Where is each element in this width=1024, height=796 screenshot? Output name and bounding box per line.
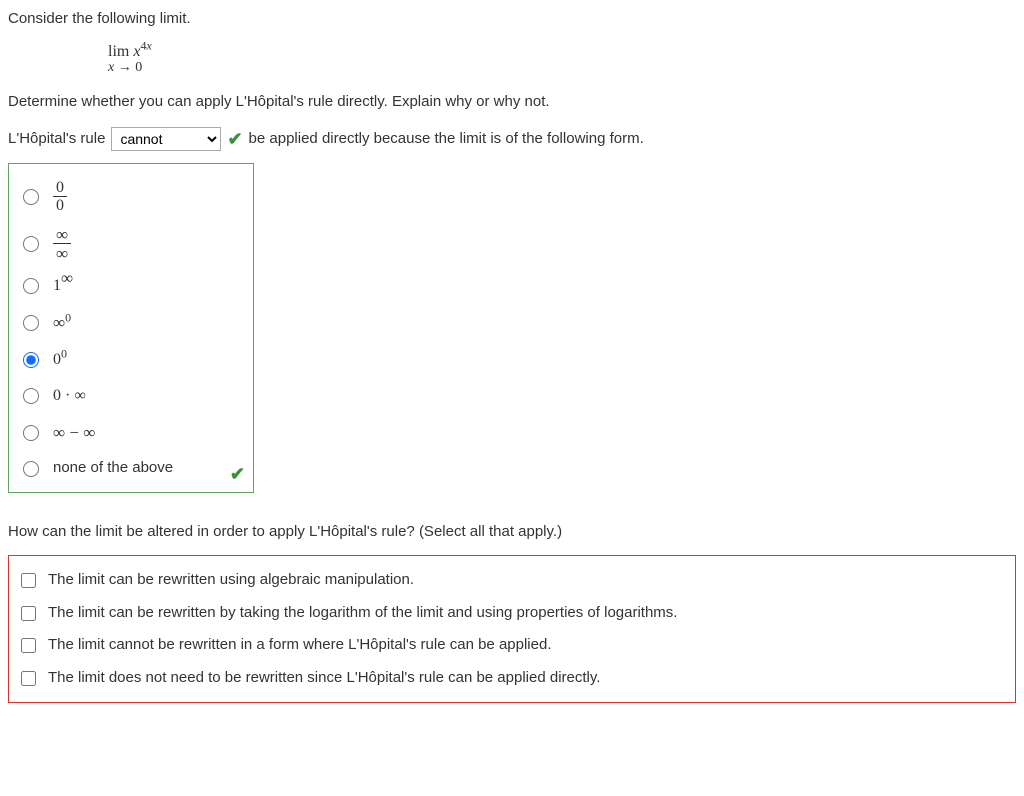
rule-prefix: L'Hôpital's rule bbox=[8, 128, 105, 151]
radio-option-0-times-inf[interactable]: 0 · ∞ bbox=[17, 378, 245, 414]
radio-input-7[interactable] bbox=[23, 425, 39, 441]
fraction-inf-inf: ∞ ∞ bbox=[53, 226, 71, 262]
radio-group-box: 0 0 ∞ ∞ 1∞ ∞0 00 0 · ∞ ∞ − ∞ none of the… bbox=[8, 163, 254, 493]
checkbox-option-no-rewrite-needed[interactable]: The limit does not need to be rewritten … bbox=[17, 662, 1007, 695]
lim-exp-var: x bbox=[146, 38, 151, 52]
radio-option-0-over-0[interactable]: 0 0 bbox=[17, 174, 245, 220]
power-inf-0: ∞0 bbox=[53, 310, 71, 336]
rule-sentence-row: L'Hôpital's rule cannot ✔ be applied dir… bbox=[8, 126, 1016, 153]
power-0-0: 00 bbox=[53, 348, 67, 372]
radio-input-8[interactable] bbox=[23, 461, 39, 477]
rule-dropdown[interactable]: cannot bbox=[111, 127, 221, 151]
radio-option-1-to-inf[interactable]: 1∞ bbox=[17, 268, 245, 304]
checkbox-group-box: The limit can be rewritten using algebra… bbox=[8, 555, 1016, 703]
checkbox-option-logarithm[interactable]: The limit can be rewritten by taking the… bbox=[17, 597, 1007, 630]
none-label: none of the above bbox=[53, 457, 173, 480]
lim-text: lim bbox=[108, 43, 133, 60]
inf-minus-inf: ∞ − ∞ bbox=[53, 420, 95, 446]
radio-input-6[interactable] bbox=[23, 388, 39, 404]
checkbox-input-2[interactable] bbox=[21, 606, 36, 621]
frac-den: 0 bbox=[53, 196, 67, 214]
frac-num: 0 bbox=[53, 180, 67, 196]
radio-option-inf-to-0[interactable]: ∞0 bbox=[17, 304, 245, 342]
radio-input-1[interactable] bbox=[23, 189, 39, 205]
checkbox-input-3[interactable] bbox=[21, 638, 36, 653]
fraction-0-0: 0 0 bbox=[53, 180, 67, 214]
limit-expression: lim x4x x → 0 bbox=[108, 43, 1016, 76]
lim-arrow: → 0 bbox=[114, 60, 142, 75]
checkbox-option-algebraic[interactable]: The limit can be rewritten using algebra… bbox=[17, 564, 1007, 597]
intro-text: Consider the following limit. bbox=[8, 8, 1016, 31]
check-icon: ✔ bbox=[227, 126, 242, 153]
q2-text: Determine whether you can apply L'Hôpita… bbox=[8, 91, 1016, 114]
checkbox-input-1[interactable] bbox=[21, 573, 36, 588]
checkbox-input-4[interactable] bbox=[21, 671, 36, 686]
radio-input-2[interactable] bbox=[23, 236, 39, 252]
base: 0 bbox=[53, 351, 61, 368]
radio-input-4[interactable] bbox=[23, 315, 39, 331]
checkbox-label: The limit cannot be rewritten in a form … bbox=[48, 634, 551, 657]
exp: 0 bbox=[65, 311, 71, 325]
exp: 0 bbox=[61, 347, 67, 361]
checkbox-label: The limit can be rewritten using algebra… bbox=[48, 569, 414, 592]
q3-text: How can the limit be altered in order to… bbox=[8, 521, 1016, 544]
radio-option-none[interactable]: none of the above bbox=[17, 451, 245, 486]
radio-input-3[interactable] bbox=[23, 278, 39, 294]
checkbox-option-cannot-rewrite[interactable]: The limit cannot be rewritten in a form … bbox=[17, 629, 1007, 662]
power-1-inf: 1∞ bbox=[53, 274, 73, 298]
radio-option-inf-over-inf[interactable]: ∞ ∞ bbox=[17, 220, 245, 268]
rule-suffix: be applied directly because the limit is… bbox=[249, 128, 644, 151]
checkbox-label: The limit can be rewritten by taking the… bbox=[48, 602, 677, 625]
radio-input-5[interactable] bbox=[23, 352, 39, 368]
checkbox-label: The limit does not need to be rewritten … bbox=[48, 667, 600, 690]
zero-dot-inf: 0 · ∞ bbox=[53, 384, 86, 408]
exp: ∞ bbox=[61, 269, 73, 288]
base: ∞ bbox=[53, 313, 65, 332]
radio-option-0-to-0[interactable]: 00 bbox=[17, 342, 245, 378]
check-icon: ✔ bbox=[230, 461, 245, 488]
radio-option-inf-minus-inf[interactable]: ∞ − ∞ bbox=[17, 414, 245, 452]
frac-num: ∞ bbox=[53, 226, 71, 243]
base: 1 bbox=[53, 277, 61, 294]
frac-den: ∞ bbox=[53, 243, 71, 262]
